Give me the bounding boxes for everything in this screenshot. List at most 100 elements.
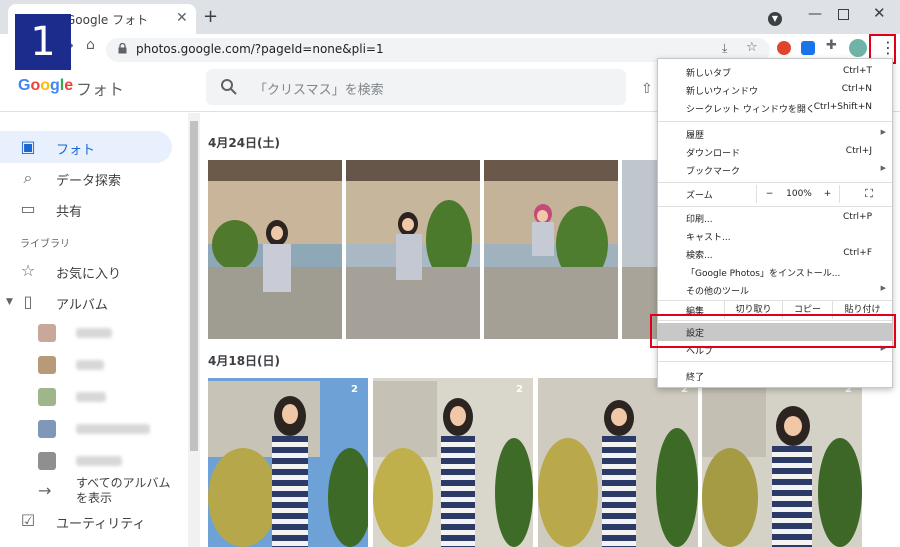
menu-item-shortcut: Ctrl+P <box>843 212 872 222</box>
menu-item-label: その他のツール <box>686 287 750 297</box>
checkbox-icon: ☑ <box>20 511 36 530</box>
google-logo[interactable]: Google <box>18 77 73 95</box>
photo-thumbnail[interactable] <box>484 160 618 339</box>
sidebar-item-albums[interactable]: ▯ アルバム <box>0 286 172 318</box>
scrollbar-thumb[interactable] <box>190 121 198 451</box>
submenu-arrow-icon: ▶ <box>880 164 886 172</box>
tab-search-icon[interactable]: ▼ <box>768 12 782 26</box>
photo-icon: ▣ <box>20 137 36 156</box>
menu-item-label: ダウンロード <box>686 149 741 159</box>
zoom-in-button[interactable]: + <box>816 185 840 203</box>
sidebar-item-label: 共有 <box>56 205 83 220</box>
sidebar-item-label: フォト <box>56 143 96 158</box>
library-label: ライブラリ <box>20 239 70 250</box>
menu-item-shortcut: Ctrl+Shift+N <box>813 102 872 112</box>
photo-thumbnail[interactable]: 2 <box>373 378 533 547</box>
avatar[interactable] <box>849 39 867 57</box>
menu-item-label: 履歴 <box>686 131 705 141</box>
search-icon <box>221 79 237 95</box>
bookmark-star-icon[interactable]: ☆ <box>746 40 758 55</box>
album-thumbnail[interactable] <box>38 388 56 406</box>
menu-item-shortcut: Ctrl+N <box>841 84 872 94</box>
sidebar-item-favorites[interactable]: ☆ お気に入り <box>0 255 172 287</box>
album-thumbnail[interactable] <box>38 452 56 470</box>
search-icon: ⌕ <box>23 168 33 187</box>
photo-count-badge: 2 <box>516 384 523 395</box>
search-box[interactable]: 「クリスマス」を検索 <box>206 69 626 105</box>
home-icon[interactable]: ⌂ <box>86 37 95 53</box>
menu-item-more-tools[interactable]: その他のツール ▶ <box>658 281 892 299</box>
menu-item-label: 終了 <box>686 373 705 383</box>
menu-item-bookmarks[interactable]: ブックマーク ▶ <box>658 161 892 179</box>
menu-item-label: 新しいウィンドウ <box>686 87 759 97</box>
photo-thumbnail[interactable]: 2 <box>702 378 862 547</box>
sidebar: ▣ フォト ⌕ データ探索 ▭ 共有 ライブラリ ☆ お気に入り ▼ ▯ アルバ… <box>0 113 188 547</box>
menu-item-cast[interactable]: キャスト... <box>658 227 892 245</box>
menu-item-exit[interactable]: 終了 <box>658 367 892 385</box>
chat-icon: ▭ <box>20 199 36 218</box>
menu-item-downloads[interactable]: ダウンロード Ctrl+J <box>658 143 892 161</box>
album-thumbnail[interactable] <box>38 356 56 374</box>
menu-item-new-window[interactable]: 新しいウィンドウ Ctrl+N <box>658 81 892 99</box>
menu-zoom-row: ズーム − 100% + ⛶ <box>658 185 892 203</box>
menu-item-install[interactable]: 「Google Photos」をインストール... <box>658 263 892 281</box>
zoom-level: 100% <box>786 189 812 199</box>
sidebar-item-sharing[interactable]: ▭ 共有 <box>0 193 172 225</box>
sidebar-item-photos[interactable]: ▣ フォト <box>0 131 172 163</box>
sidebar-item-label: お気に入り <box>56 267 122 282</box>
url-text: photos.google.com/?pageId=none&pli=1 <box>136 42 384 56</box>
maximize-icon[interactable] <box>838 9 849 20</box>
view-all-albums-link[interactable]: すべてのアルバムを表示 <box>76 476 176 506</box>
tab-strip: Google フォト ✕ + ▼ — ✕ <box>0 0 900 34</box>
window-close-icon[interactable]: ✕ <box>873 4 886 22</box>
menu-item-print[interactable]: 印刷... Ctrl+P <box>658 209 892 227</box>
more-vert-icon: ⋮ <box>880 38 896 57</box>
photo-thumbnail[interactable] <box>208 160 342 339</box>
sidebar-item-utilities[interactable]: ☑ ユーティリティ <box>0 505 172 537</box>
photo-thumbnail[interactable]: 2 <box>208 378 368 547</box>
album-name-blurred[interactable] <box>76 392 106 402</box>
extension-red-icon[interactable] <box>777 41 791 55</box>
photo-thumbnail[interactable]: 2 <box>538 378 698 547</box>
album-name-blurred[interactable] <box>76 456 122 466</box>
sidebar-scrollbar[interactable] <box>188 113 200 547</box>
minimize-icon[interactable]: — <box>808 6 822 22</box>
arrow-right-icon: → <box>38 481 52 500</box>
menu-separator <box>658 361 892 362</box>
menu-item-incognito[interactable]: シークレット ウィンドウを開く Ctrl+Shift+N <box>658 99 892 117</box>
extension-blue-icon[interactable] <box>801 41 815 55</box>
photo-thumbnail[interactable] <box>622 160 658 339</box>
zoom-out-button[interactable]: − <box>756 185 782 203</box>
album-thumbnail[interactable] <box>38 324 56 342</box>
sidebar-item-label: データ探索 <box>56 174 122 189</box>
menu-separator <box>658 121 892 122</box>
sidebar-item-label: アルバム <box>56 298 108 313</box>
menu-item-find[interactable]: 検索... Ctrl+F <box>658 245 892 263</box>
menu-item-shortcut: Ctrl+F <box>843 248 872 258</box>
photo-thumbnail[interactable] <box>346 160 480 339</box>
step-number-badge: 1 <box>15 14 71 70</box>
menu-item-label: 印刷... <box>686 215 713 225</box>
fullscreen-icon[interactable]: ⛶ <box>854 185 884 203</box>
album-name-blurred[interactable] <box>76 424 150 434</box>
install-app-icon[interactable]: ⤓ <box>722 41 727 56</box>
new-tab-icon[interactable]: + <box>203 6 218 27</box>
menu-item-shortcut: Ctrl+T <box>842 66 872 76</box>
menu-item-label: キャスト... <box>686 233 731 243</box>
tab-close-icon[interactable]: ✕ <box>176 10 188 26</box>
star-icon: ☆ <box>20 261 36 280</box>
menu-item-new-tab[interactable]: 新しいタブ Ctrl+T <box>658 63 892 81</box>
sidebar-item-label: ユーティリティ <box>56 517 146 532</box>
date-heading: 4月18日(日) <box>208 354 281 368</box>
date-heading: 4月24日(土) <box>208 136 281 150</box>
album-name-blurred[interactable] <box>76 360 104 370</box>
album-thumbnail[interactable] <box>38 420 56 438</box>
product-name: フォト <box>76 80 125 99</box>
upload-icon[interactable]: ⇧ <box>641 81 653 97</box>
album-name-blurred[interactable] <box>76 328 112 338</box>
menu-item-history[interactable]: 履歴 ▶ <box>658 125 892 143</box>
album-icon: ▯ <box>23 292 33 311</box>
menu-item-label: 新しいタブ <box>686 69 732 79</box>
extensions-puzzle-icon[interactable]: ✚ <box>826 38 837 53</box>
sidebar-item-explore[interactable]: ⌕ データ探索 <box>0 162 172 194</box>
